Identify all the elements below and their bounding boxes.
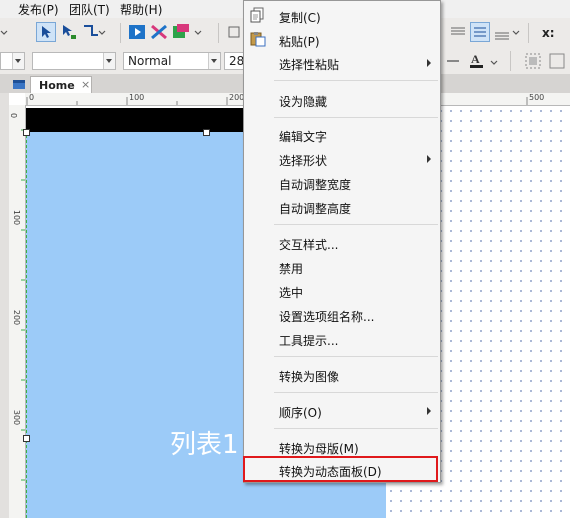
- submenu-arrow-icon: [427, 407, 431, 415]
- publish-icon[interactable]: [172, 23, 190, 41]
- group-icon[interactable]: [524, 52, 542, 70]
- menu-separator: [274, 80, 438, 81]
- chevron-down-icon: [208, 53, 220, 69]
- paste-icon: [250, 31, 266, 47]
- menu-item-auto-height[interactable]: 自动调整高度: [279, 200, 351, 217]
- align-bottom-icon[interactable]: [494, 24, 510, 42]
- menu-item-order[interactable]: 顺序(O): [279, 404, 322, 421]
- menu-item-selected[interactable]: 选中: [279, 284, 303, 301]
- chevron-down-icon: [103, 53, 115, 69]
- menu-item-disable[interactable]: 禁用: [279, 260, 303, 277]
- ruler-tick-label: 200: [229, 93, 245, 102]
- align-center-icon[interactable]: [470, 22, 490, 42]
- menu-item-convert-to-image[interactable]: 转换为图像: [279, 368, 339, 385]
- select-pointer-button[interactable]: [36, 22, 56, 42]
- close-icon[interactable]: ×: [81, 78, 90, 91]
- menu-item-set-hidden[interactable]: 设为隐藏: [279, 93, 327, 110]
- preview-icon[interactable]: [128, 23, 146, 41]
- menu-item-convert-to-master[interactable]: 转换为母版(M): [279, 440, 359, 457]
- toolbar-separator: [218, 23, 219, 43]
- menu-separator: [274, 117, 438, 118]
- font-size-value: 28: [229, 54, 245, 68]
- menu-team[interactable]: 团队(T): [69, 1, 110, 18]
- menu-separator: [274, 356, 438, 357]
- font-color-icon[interactable]: A: [468, 51, 486, 69]
- toolbar-separator: [528, 23, 529, 43]
- x-coordinate-label: x:: [542, 26, 555, 40]
- connect-pointer-button[interactable]: [60, 23, 78, 41]
- ruler-tick-label: 0: [29, 93, 35, 102]
- sitemap-icon[interactable]: [12, 78, 26, 90]
- chevron-down-icon: [12, 53, 24, 69]
- menu-item-interaction-styles[interactable]: 交互样式...: [279, 236, 338, 253]
- menu-item-copy[interactable]: 复制(C): [279, 9, 321, 26]
- partial-combo[interactable]: [0, 52, 25, 70]
- font-family-combo[interactable]: [32, 52, 116, 70]
- guide-line: [26, 130, 28, 518]
- submenu-arrow-icon: [427, 59, 431, 67]
- menu-item-auto-width[interactable]: 自动调整宽度: [279, 176, 351, 193]
- align-dropdown-icon[interactable]: [512, 24, 520, 42]
- tab-home-label: Home: [39, 79, 75, 92]
- menu-item-set-option-group[interactable]: 设置选项组名称...: [279, 308, 374, 325]
- vertical-ruler: 0 100 200 300: [9, 105, 26, 518]
- publish-dropdown-icon[interactable]: [194, 24, 202, 42]
- font-style-combo[interactable]: Normal: [123, 52, 221, 70]
- resize-handle[interactable]: [23, 129, 30, 136]
- menu-item-tooltip[interactable]: 工具提示...: [279, 332, 338, 349]
- toolbar-separator: [510, 51, 511, 71]
- font-color-dropdown-icon[interactable]: [490, 54, 498, 72]
- tab-home[interactable]: Home ×: [30, 76, 92, 93]
- font-size-combo[interactable]: 28: [224, 52, 244, 70]
- header-bar-widget[interactable]: [26, 108, 248, 132]
- share-icon[interactable]: [150, 23, 168, 41]
- highlight-annotation: [243, 456, 438, 482]
- partial-tool-icon[interactable]: [227, 23, 241, 41]
- menu-separator: [274, 428, 438, 429]
- menu-publish[interactable]: 发布(P): [18, 1, 59, 18]
- menu-item-paste[interactable]: 粘贴(P): [279, 33, 320, 50]
- ruler-tick-label: 500: [529, 93, 545, 102]
- list-widget-label: 列表1: [170, 430, 239, 460]
- resize-handle[interactable]: [203, 129, 210, 136]
- connector-dropdown-icon[interactable]: [98, 24, 106, 42]
- font-style-value: Normal: [128, 54, 172, 68]
- menu-item-select-shape[interactable]: 选择形状: [279, 152, 327, 169]
- toolbar-overflow-icon[interactable]: [0, 24, 8, 42]
- menu-item-paste-special[interactable]: 选择性粘贴: [279, 56, 339, 73]
- context-menu: 复制(C) 粘贴(P) 选择性粘贴 设为隐藏 编辑文字 选择形状 自动调整宽度 …: [243, 0, 441, 483]
- line-style-icon[interactable]: [445, 52, 461, 70]
- menu-help[interactable]: 帮助(H): [120, 1, 162, 18]
- copy-icon: [250, 7, 266, 23]
- toolbar-separator: [120, 23, 121, 43]
- left-panel-strip: [0, 93, 9, 518]
- menu-separator: [274, 392, 438, 393]
- svg-text:A: A: [471, 52, 480, 66]
- resize-handle[interactable]: [23, 435, 30, 442]
- menu-separator: [274, 224, 438, 225]
- ungroup-icon[interactable]: [548, 52, 566, 70]
- align-left-icon[interactable]: [450, 24, 466, 42]
- ruler-tick-label: 100: [129, 93, 145, 102]
- submenu-arrow-icon: [427, 155, 431, 163]
- menu-item-edit-text[interactable]: 编辑文字: [279, 128, 327, 145]
